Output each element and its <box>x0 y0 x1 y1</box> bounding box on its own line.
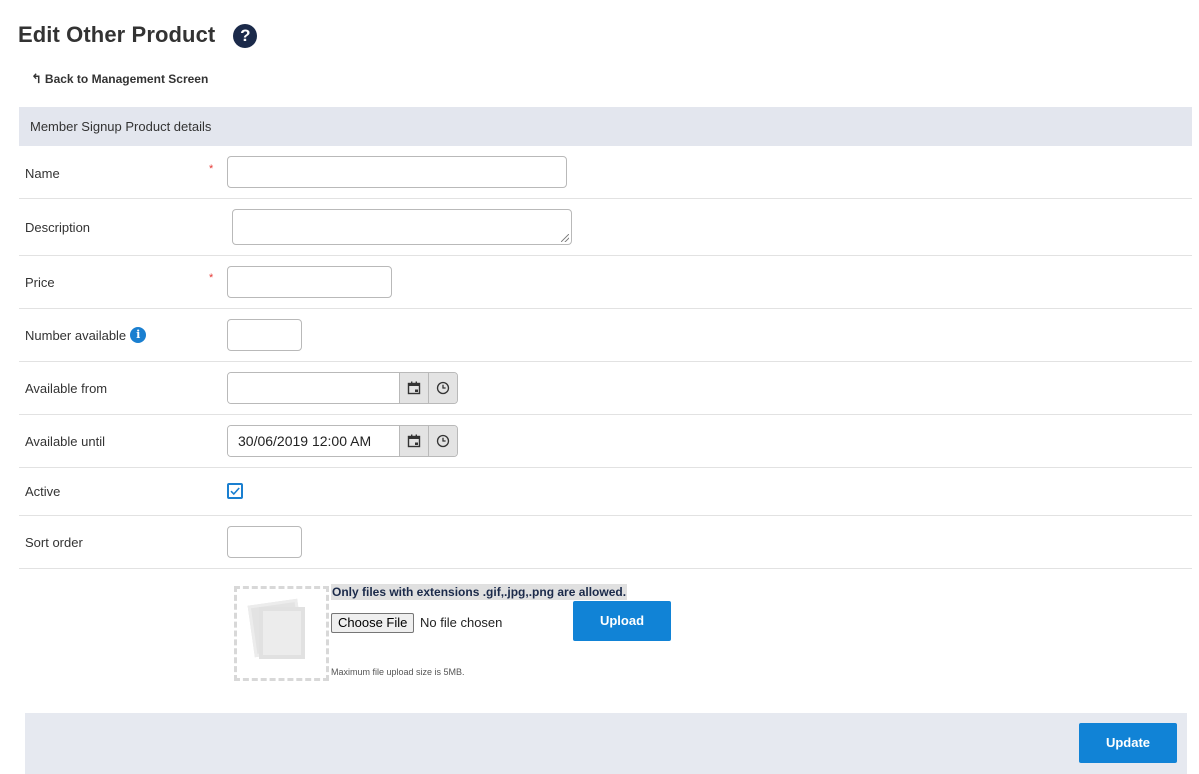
available-from-input[interactable] <box>228 373 399 403</box>
max-file-size-text: Maximum file upload size is 5MB. <box>331 667 465 677</box>
question-circle-icon[interactable]: ? <box>233 24 258 48</box>
available-until-input[interactable]: 30/06/2019 12:00 AM <box>228 426 399 456</box>
section-header: Member Signup Product details <box>19 107 1192 146</box>
update-button[interactable]: Update <box>1079 723 1177 763</box>
upload-button[interactable]: Upload <box>573 601 671 641</box>
footer-bar <box>25 713 1187 774</box>
form-row-price: Price * <box>19 256 1192 309</box>
form-row-name: Name * <box>19 146 1192 199</box>
required-mark: * <box>209 272 214 284</box>
form-row-available-from: Available from <box>19 362 1192 415</box>
available-from-datetime <box>227 372 458 404</box>
choose-file-button[interactable]: Choose File <box>331 613 415 633</box>
available-from-label: Available from <box>25 381 108 396</box>
allowed-extensions-note: Only files with extensions .gif,.jpg,.pn… <box>331 584 628 600</box>
back-to-management-link[interactable]: ↰ Back to Management Screen <box>31 71 208 87</box>
calendar-icon[interactable] <box>399 373 428 403</box>
resize-grip-icon[interactable] <box>561 234 569 242</box>
form-row-active: Active <box>19 468 1192 516</box>
name-label: Name <box>25 166 60 181</box>
sort-order-input[interactable] <box>227 526 302 558</box>
info-icon[interactable]: i <box>130 327 147 343</box>
calendar-icon[interactable] <box>399 426 428 456</box>
clock-icon[interactable] <box>428 426 457 456</box>
form-row-description: Description <box>19 199 1192 256</box>
price-label: Price <box>25 275 55 290</box>
clock-icon[interactable] <box>428 373 457 403</box>
name-input[interactable] <box>227 156 567 188</box>
image-placeholder <box>234 586 329 681</box>
form-row-number-available: Number available i <box>19 309 1192 362</box>
page-title: Edit Other Product <box>18 22 216 47</box>
back-link-label: Back to Management Screen <box>44 72 209 86</box>
form-row-available-until: Available until 30/06/2019 12:00 AM <box>19 415 1192 468</box>
sort-order-label: Sort order <box>25 535 83 550</box>
active-label: Active <box>25 484 61 499</box>
available-until-label: Available until <box>25 434 105 449</box>
price-input[interactable] <box>227 266 392 298</box>
reply-arrow-icon: ↰ <box>31 71 42 86</box>
available-until-datetime: 30/06/2019 12:00 AM <box>227 425 458 457</box>
photo-placeholder-front <box>259 607 305 659</box>
no-file-chosen-text: No file chosen <box>420 615 503 630</box>
number-available-input[interactable] <box>227 319 302 351</box>
page-header: Edit Other Product ? <box>18 22 258 48</box>
number-available-label-group: Number available i <box>25 327 147 343</box>
description-label: Description <box>25 220 91 235</box>
form-row-sort-order: Sort order <box>19 516 1192 569</box>
active-checkbox[interactable] <box>227 483 243 499</box>
required-mark: * <box>209 163 214 175</box>
description-textarea[interactable] <box>232 209 572 245</box>
number-available-label: Number available <box>25 327 127 343</box>
